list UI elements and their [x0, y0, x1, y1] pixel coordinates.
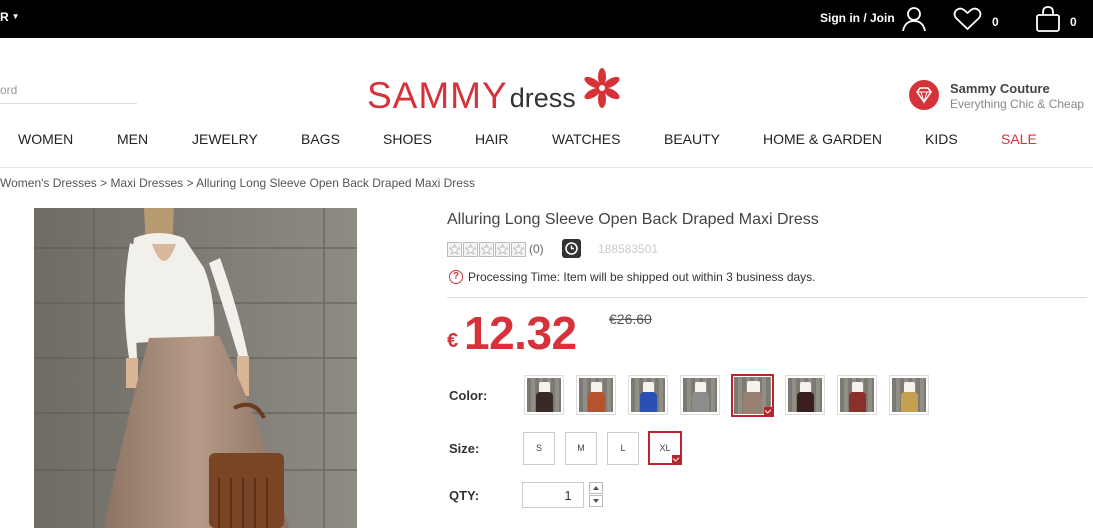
nav-jewelry[interactable]: JEWELRY	[192, 131, 258, 147]
star-icon	[463, 242, 478, 257]
wishlist-count: 0	[992, 15, 999, 29]
size-option-s[interactable]: S	[523, 432, 555, 465]
clock-icon	[562, 239, 581, 258]
nav-watches[interactable]: WATCHES	[552, 131, 620, 147]
nav-beauty[interactable]: BEAUTY	[664, 131, 720, 147]
user-icon[interactable]	[901, 6, 927, 32]
divider	[447, 297, 1087, 298]
quantity-input[interactable]	[522, 482, 584, 508]
shopping-bag-icon[interactable]	[1035, 6, 1061, 32]
qty-label: QTY:	[449, 488, 480, 503]
flower-icon	[584, 68, 620, 108]
product-price: 12.32	[464, 307, 577, 359]
nav-kids[interactable]: KIDS	[925, 131, 958, 147]
nav-shoes[interactable]: SHOES	[383, 131, 432, 147]
nav-sale[interactable]: SALE	[1001, 131, 1037, 147]
nav-hair[interactable]: HAIR	[475, 131, 508, 147]
swatch-thumbnail	[788, 378, 822, 412]
star-icon	[479, 242, 494, 257]
star-icon	[495, 242, 510, 257]
checkmark-icon	[764, 407, 773, 416]
color-swatch[interactable]	[524, 375, 564, 415]
color-swatch[interactable]	[628, 375, 668, 415]
swatch-thumbnail	[579, 378, 613, 412]
logo[interactable]: SAMMY dress	[367, 66, 620, 116]
star-icon	[511, 242, 526, 257]
heart-icon[interactable]	[953, 7, 982, 31]
color-label: Color:	[449, 388, 488, 403]
qty-increment-button[interactable]	[589, 482, 603, 494]
swatch-thumbnail	[892, 378, 926, 412]
processing-time: Processing Time: Item will be shipped ou…	[468, 270, 816, 284]
nav-women[interactable]: WOMEN	[18, 131, 73, 147]
star-icon	[447, 242, 462, 257]
size-option-xl[interactable]: XL	[648, 431, 682, 465]
breadcrumb[interactable]: Women's Dresses > Maxi Dresses > Allurin…	[0, 176, 475, 190]
color-swatch[interactable]	[837, 375, 877, 415]
swatch-thumbnail	[683, 378, 717, 412]
color-swatch[interactable]	[731, 374, 774, 417]
diamond-badge-icon	[909, 80, 939, 110]
swatch-thumbnail	[840, 378, 874, 412]
signin-link[interactable]: Sign in / Join	[820, 11, 895, 25]
main-nav: WOMEN MEN JEWELRY BAGS SHOES HAIR WATCHE…	[0, 124, 1093, 168]
logo-sub-text: dress	[509, 83, 576, 113]
product-sku: 188583501	[598, 242, 659, 256]
product-title: Alluring Long Sleeve Open Back Draped Ma…	[447, 211, 819, 228]
nav-home-garden[interactable]: HOME & GARDEN	[763, 131, 882, 147]
color-swatch[interactable]	[680, 375, 720, 415]
size-label: Size:	[449, 441, 480, 456]
couture-title[interactable]: Sammy Couture	[950, 81, 1050, 96]
nav-bags[interactable]: BAGS	[301, 131, 340, 147]
price-currency: €	[447, 330, 459, 352]
question-icon: ?	[449, 270, 463, 284]
size-option-m[interactable]: M	[565, 432, 597, 465]
swatch-thumbnail	[527, 378, 561, 412]
search-input[interactable]	[0, 76, 137, 104]
couture-subtitle: Everything Chic & Cheap	[950, 97, 1085, 111]
review-count[interactable]: (0)	[529, 242, 544, 256]
color-swatch[interactable]	[576, 375, 616, 415]
qty-decrement-button[interactable]	[589, 495, 603, 507]
top-bar: R ▼ Sign in / Join 0 0	[0, 0, 1093, 38]
checkmark-icon	[672, 455, 681, 464]
bag-count: 0	[1070, 15, 1077, 29]
nav-men[interactable]: MEN	[117, 131, 148, 147]
color-swatch[interactable]	[785, 375, 825, 415]
product-image[interactable]	[34, 208, 357, 528]
rating-stars[interactable]	[447, 242, 526, 257]
currency-selector[interactable]: R ▼	[0, 10, 20, 24]
color-swatch[interactable]	[889, 375, 929, 415]
old-price: €26.60	[609, 311, 652, 327]
caret-down-icon: ▼	[11, 12, 20, 21]
currency-label: R	[0, 10, 9, 24]
logo-main-text: SAMMY	[367, 75, 508, 116]
size-option-l[interactable]: L	[607, 432, 639, 465]
size-option-xl-label: XL	[659, 443, 671, 453]
swatch-thumbnail	[631, 378, 665, 412]
